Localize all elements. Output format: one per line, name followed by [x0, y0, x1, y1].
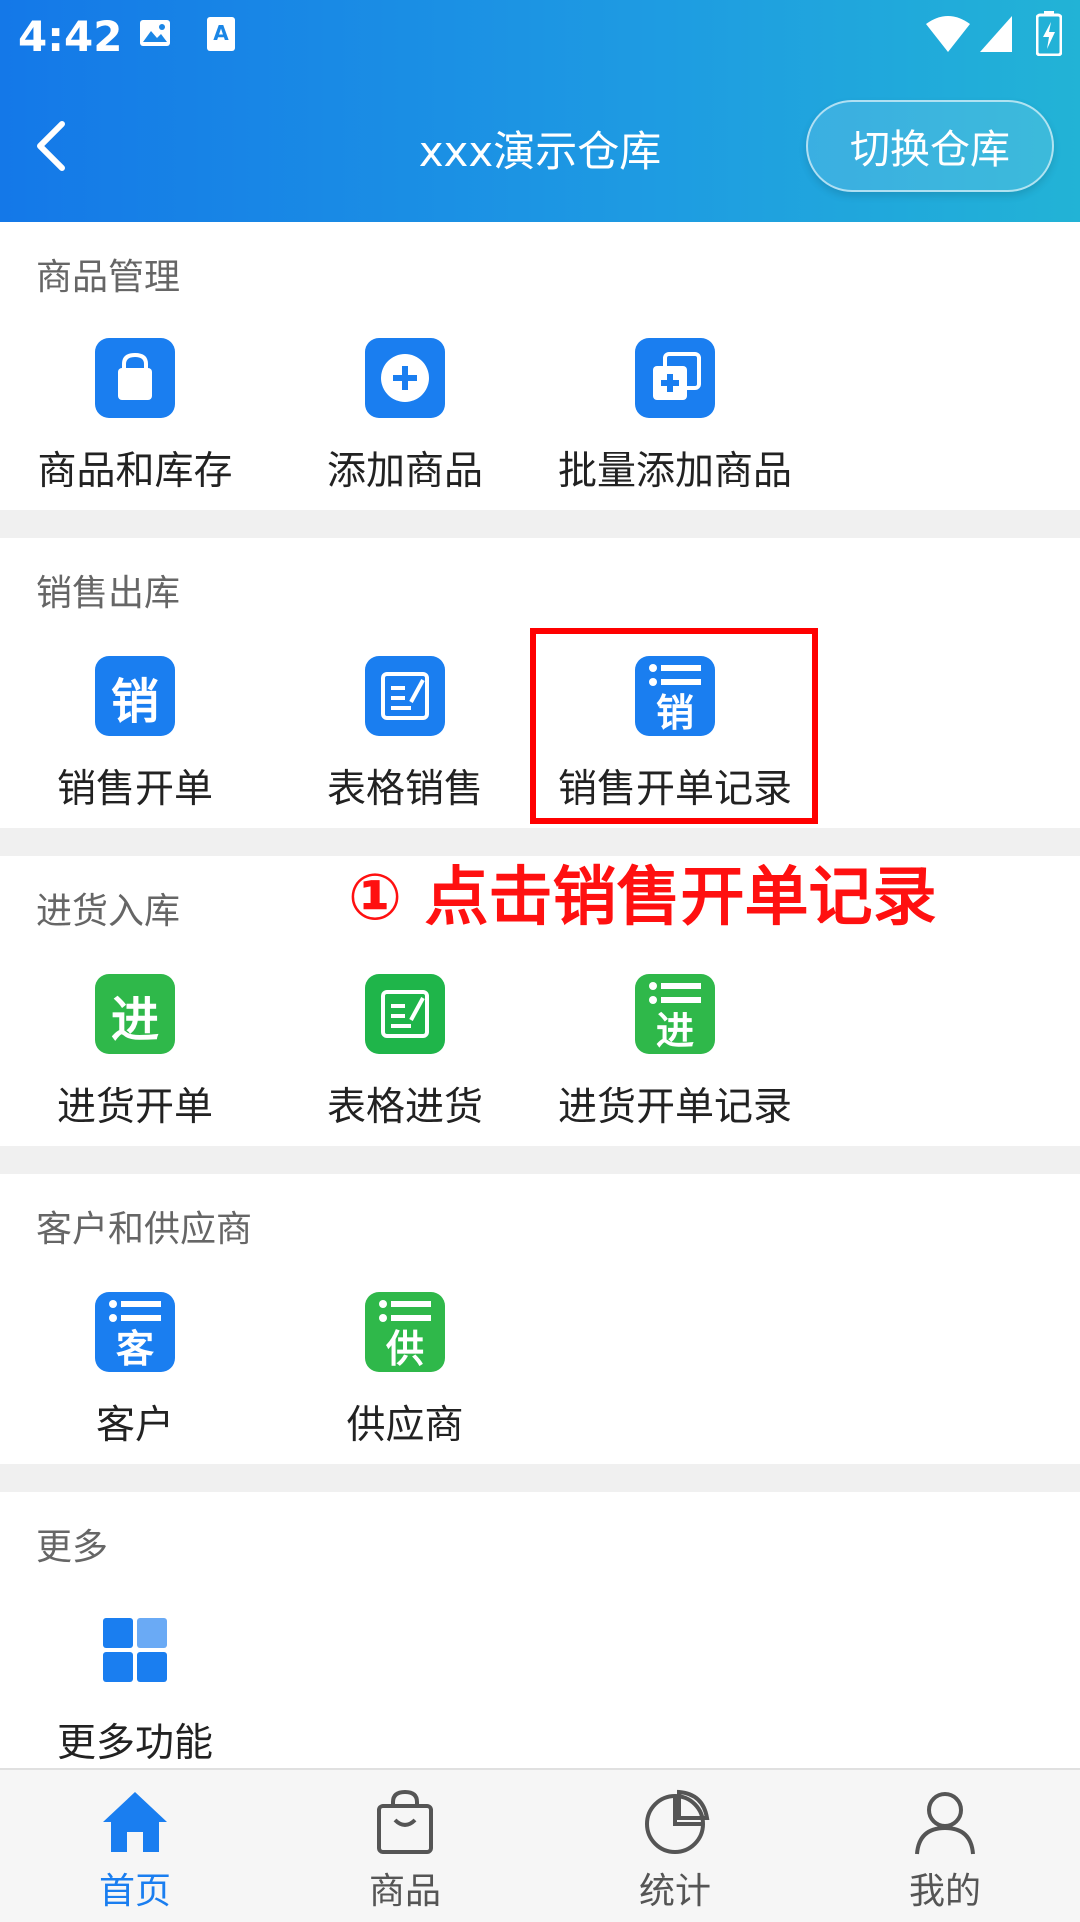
add-circle-icon — [365, 338, 445, 418]
user-icon — [915, 1792, 975, 1855]
section-divider — [0, 1464, 1080, 1492]
tab-mine[interactable]: 我的 — [810, 1770, 1080, 1922]
item-label: 进货开单记录 — [557, 1085, 792, 1130]
tab-products[interactable]: 商品 — [270, 1770, 540, 1922]
tab-label: 首页 — [98, 1871, 171, 1912]
section-title: 销售出库 — [36, 573, 181, 614]
battery-charging-icon — [1036, 11, 1062, 56]
instruction-callout: ① 点击销售开单记录 — [348, 861, 937, 935]
tab-label: 我的 — [908, 1871, 981, 1912]
item-label: 更多功能 — [56, 1721, 213, 1766]
customer-button[interactable]: 客 客户 — [0, 1292, 270, 1448]
batch-add-product-button[interactable]: 批量添加商品 — [540, 338, 810, 494]
grid-icon — [95, 1610, 175, 1690]
product-inventory-button[interactable]: 商品和库存 — [0, 338, 270, 494]
section-title: 商品管理 — [36, 257, 181, 298]
shopping-bag-icon — [377, 1789, 433, 1854]
item-label: 进货开单 — [56, 1085, 213, 1130]
translate-notification-icon: A — [207, 17, 235, 51]
svg-text:A: A — [213, 21, 229, 45]
item-label: 表格销售 — [326, 767, 483, 812]
customer-list-icon: 客 — [95, 1292, 175, 1372]
table-edit-icon — [365, 974, 445, 1054]
image-notification-icon — [140, 20, 170, 46]
item-label: 批量添加商品 — [557, 449, 792, 494]
pie-chart-icon — [645, 1789, 710, 1854]
tab-label: 商品 — [368, 1871, 441, 1912]
more-features-button[interactable]: 更多功能 — [0, 1610, 270, 1766]
purchase-order-button[interactable]: 进 进货开单 — [0, 974, 270, 1130]
section-customers-suppliers: 客户和供应商 客 客户 供 供应商 — [0, 1174, 1080, 1464]
item-label: 表格进货 — [326, 1085, 483, 1130]
shopping-bag-icon — [95, 338, 175, 418]
switch-warehouse-button[interactable]: 切换仓库 — [806, 100, 1054, 192]
status-bar: 4:42 A — [0, 0, 1080, 72]
home-icon — [103, 1792, 167, 1852]
tab-label: 统计 — [638, 1871, 711, 1912]
item-label: 销售开单 — [56, 767, 213, 812]
section-title: 客户和供应商 — [36, 1209, 253, 1250]
tab-statistics[interactable]: 统计 — [540, 1770, 810, 1922]
item-label: 供应商 — [346, 1403, 464, 1448]
purchase-order-icon: 进 — [95, 974, 175, 1054]
section-divider — [0, 1146, 1080, 1174]
section-divider — [0, 510, 1080, 538]
section-title: 进货入库 — [36, 891, 181, 932]
item-label: 添加商品 — [326, 449, 483, 494]
bottom-nav: 首页 商品 统计 我的 — [0, 1768, 1080, 1922]
item-label: 商品和库存 — [37, 449, 233, 494]
supplier-list-icon: 供 — [365, 1292, 445, 1372]
tab-home[interactable]: 首页 — [0, 1770, 270, 1922]
highlight-box — [530, 628, 818, 824]
add-product-button[interactable]: 添加商品 — [270, 338, 540, 494]
section-more: 更多 更多功能 — [0, 1492, 1080, 1768]
item-label: 客户 — [95, 1403, 174, 1448]
cellular-signal-icon — [980, 16, 1012, 52]
table-sales-button[interactable]: 表格销售 — [270, 656, 540, 812]
purchase-order-record-button[interactable]: 进 进货开单记录 — [540, 974, 810, 1130]
supplier-button[interactable]: 供 供应商 — [270, 1292, 540, 1448]
app-header: 4:42 A xxx演示仓库 切换仓库 — [0, 0, 1080, 222]
purchase-record-icon: 进 — [635, 974, 715, 1054]
status-time: 4:42 — [18, 12, 123, 61]
sales-order-icon: 销 — [95, 656, 175, 736]
wifi-icon — [926, 16, 970, 52]
sales-order-button[interactable]: 销 销售开单 — [0, 656, 270, 812]
section-product-management: 商品管理 商品和库存 添加商品 批量添加商品 — [0, 222, 1080, 510]
table-edit-icon — [365, 656, 445, 736]
batch-add-icon — [635, 338, 715, 418]
table-purchase-button[interactable]: 表格进货 — [270, 974, 540, 1130]
section-title: 更多 — [36, 1527, 109, 1568]
